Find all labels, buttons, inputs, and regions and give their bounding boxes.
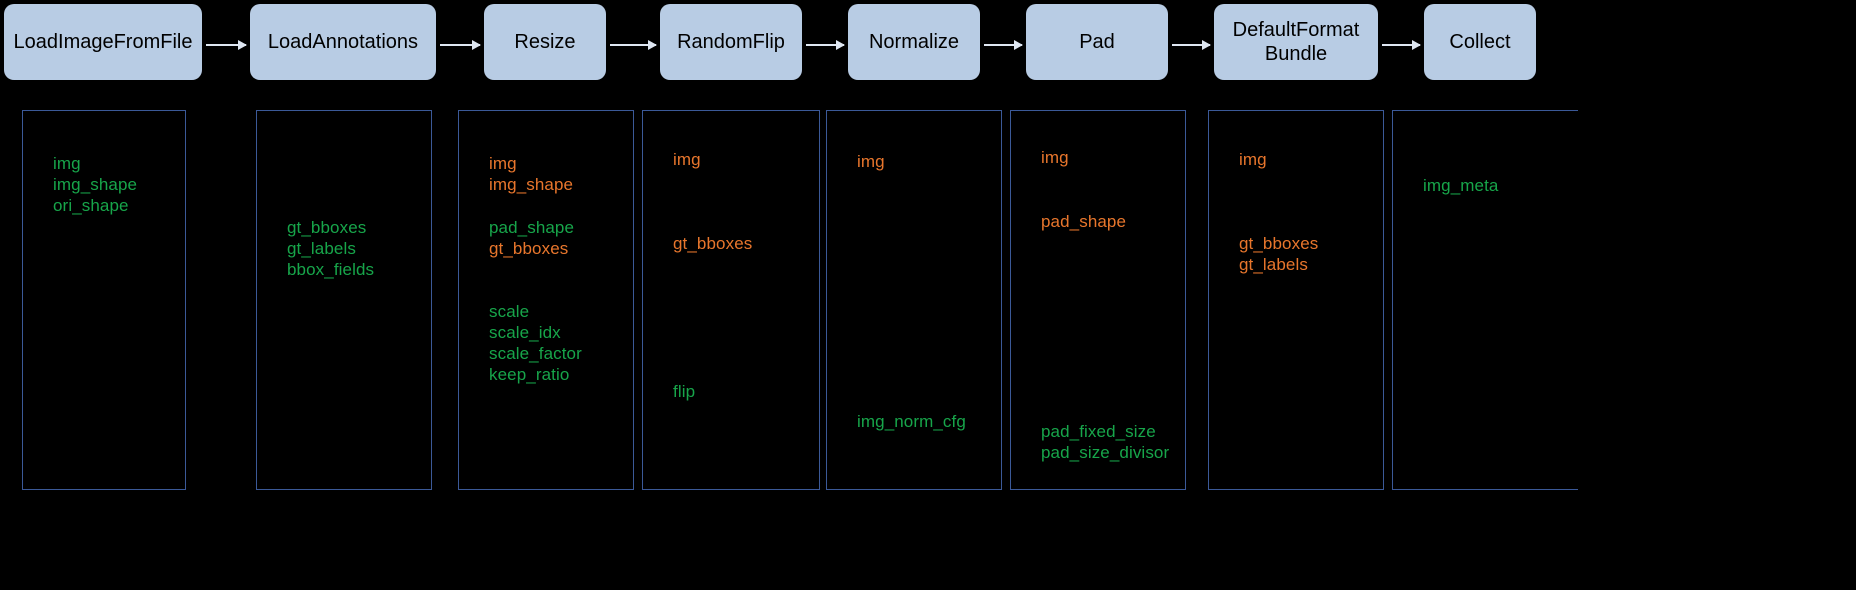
key-group: pad_fixed_size pad_size_divisor xyxy=(1011,421,1185,463)
key-column-2: img img_shape pad_shape gt_bboxes scale scale… xyxy=(458,110,634,490)
key-group: img img_shape xyxy=(459,153,633,195)
key-label: gt_bboxes xyxy=(673,234,753,253)
key-label: gt_labels xyxy=(1239,255,1308,274)
pipeline-stage-row: LoadImageFromFile LoadAnnotations Resize Ra… xyxy=(0,0,1856,100)
key-column-7: img_meta xyxy=(1392,110,1578,490)
pipeline-stage-box-3[interactable]: RandomFlip xyxy=(660,4,802,80)
key-label: img xyxy=(53,154,81,173)
pipeline-stage-label: RandomFlip xyxy=(677,30,785,53)
key-label: scale xyxy=(489,302,530,321)
key-label: scale_idx xyxy=(489,323,561,342)
pipeline-stage-label: Resize xyxy=(514,30,576,53)
key-group: gt_bboxes gt_labels xyxy=(1209,233,1383,275)
key-label: img xyxy=(673,150,701,169)
key-group: gt_bboxes xyxy=(643,233,819,254)
pipeline-arrow-6 xyxy=(1382,40,1421,50)
pipeline-stage-box-1[interactable]: LoadAnnotations xyxy=(250,4,436,80)
key-group: pad_shape gt_bboxes xyxy=(459,217,633,259)
key-label: gt_bboxes xyxy=(1239,234,1319,253)
pipeline-stage-box-0[interactable]: LoadImageFromFile xyxy=(4,4,202,80)
pipeline-arrow-4 xyxy=(984,40,1023,50)
key-group: scale scale_idx scale_factor keep_ratio xyxy=(459,301,633,385)
key-label: ori_shape xyxy=(53,196,129,215)
key-label: pad_shape xyxy=(1041,212,1127,231)
pipeline-stage-label: Pad xyxy=(1079,30,1115,53)
key-group: img xyxy=(1011,147,1185,168)
key-label: pad_fixed_size xyxy=(1041,422,1156,441)
pipeline-key-column-row: img img_shape ori_shape gt_bboxes gt_labels b… xyxy=(0,110,1856,590)
key-group: img_norm_cfg xyxy=(827,411,1001,432)
key-label: flip xyxy=(673,382,696,401)
pipeline-stage-label: Normalize xyxy=(868,30,960,53)
pipeline-stage-label: Collect xyxy=(1449,30,1511,53)
key-column-4: img img_norm_cfg xyxy=(826,110,1002,490)
key-label: img_shape xyxy=(489,175,574,194)
key-group: flip xyxy=(643,381,819,402)
key-label: gt_bboxes xyxy=(287,218,367,237)
key-group: img xyxy=(643,149,819,170)
key-label: img xyxy=(489,154,517,173)
key-label: bbox_fields xyxy=(287,260,375,279)
pipeline-stage-label: LoadAnnotations xyxy=(267,30,419,53)
pipeline-stage-box-4[interactable]: Normalize xyxy=(848,4,980,80)
pipeline-arrow-5 xyxy=(1172,40,1211,50)
key-group: img img_shape ori_shape xyxy=(23,153,185,216)
key-group: img_meta xyxy=(1393,175,1578,196)
key-label: pad_shape xyxy=(489,218,575,237)
key-label: img xyxy=(857,152,885,171)
key-column-6: img gt_bboxes gt_labels xyxy=(1208,110,1384,490)
pipeline-stage-box-2[interactable]: Resize xyxy=(484,4,606,80)
key-label: scale_factor xyxy=(489,344,582,363)
pipeline-arrow-0 xyxy=(206,40,247,50)
key-group: gt_bboxes gt_labels bbox_fields xyxy=(257,217,431,280)
pipeline-stage-box-6[interactable]: DefaultFormat Bundle xyxy=(1214,4,1378,80)
key-group: img xyxy=(1209,149,1383,170)
pipeline-arrow-3 xyxy=(806,40,845,50)
key-label: pad_size_divisor xyxy=(1041,443,1170,462)
key-column-0: img img_shape ori_shape xyxy=(22,110,186,490)
pipeline-stage-label: LoadImageFromFile xyxy=(13,30,193,53)
key-column-3: img gt_bboxesflip xyxy=(642,110,820,490)
key-label: img_shape xyxy=(53,175,138,194)
key-label: img_norm_cfg xyxy=(857,412,966,431)
pipeline-stage-box-7[interactable]: Collect xyxy=(1424,4,1536,80)
key-column-1: gt_bboxes gt_labels bbox_fields xyxy=(256,110,432,490)
key-group: img xyxy=(827,151,1001,172)
pipeline-arrow-2 xyxy=(610,40,657,50)
key-label: img_meta xyxy=(1423,176,1499,195)
key-column-5: img pad_shape pad_fixed_size pad_size_divis… xyxy=(1010,110,1186,490)
key-label: gt_bboxes xyxy=(489,239,569,258)
key-label: keep_ratio xyxy=(489,365,570,384)
pipeline-arrow-1 xyxy=(440,40,481,50)
pipeline-diagram: LoadImageFromFile LoadAnnotations Resize Ra… xyxy=(0,0,1856,590)
key-label: gt_labels xyxy=(287,239,356,258)
pipeline-stage-box-5[interactable]: Pad xyxy=(1026,4,1168,80)
key-label: img xyxy=(1041,148,1069,167)
key-label: img xyxy=(1239,150,1267,169)
key-group: pad_shape xyxy=(1011,211,1185,232)
pipeline-stage-label: DefaultFormat Bundle xyxy=(1232,18,1360,65)
